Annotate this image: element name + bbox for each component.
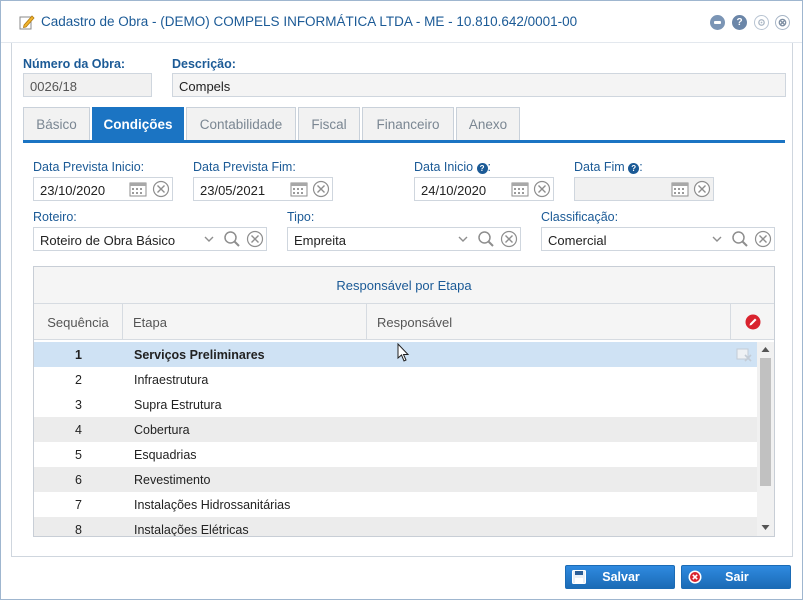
grid-scrollbar[interactable] bbox=[757, 342, 774, 536]
mouse-cursor-icon bbox=[397, 343, 410, 362]
cell-etapa: Revestimento bbox=[134, 472, 211, 487]
cell-sequencia: 8 bbox=[75, 522, 82, 537]
minimize-icon[interactable] bbox=[710, 15, 725, 30]
tab-anexo[interactable]: Anexo bbox=[456, 107, 520, 141]
cell-sequencia: 3 bbox=[75, 397, 82, 412]
tipo-label: Tipo: bbox=[287, 210, 315, 224]
tab-fiscal[interactable]: Fiscal bbox=[298, 107, 360, 141]
clear-icon[interactable] bbox=[312, 180, 330, 198]
save-button[interactable]: Salvar bbox=[565, 565, 675, 589]
cell-sequencia: 7 bbox=[75, 497, 82, 512]
table-row[interactable]: 8 Instalações Elétricas bbox=[34, 517, 757, 537]
title-bar: Cadastro de Obra - (DEMO) COMPELS INFORM… bbox=[1, 1, 802, 43]
edit-pencil-icon bbox=[19, 15, 35, 30]
table-row[interactable]: 1 Serviços Preliminares bbox=[34, 342, 757, 367]
data-prevista-inicio-label: Data Prevista Inicio: bbox=[33, 160, 145, 174]
help-glyph: ? bbox=[479, 164, 485, 173]
classificacao-label: Classificação: bbox=[541, 210, 619, 224]
clear-row-icon[interactable] bbox=[736, 347, 752, 362]
cell-etapa: Instalações Hidrossanitárias bbox=[134, 497, 291, 512]
cell-sequencia: 2 bbox=[75, 372, 82, 387]
help-icon[interactable]: ? bbox=[628, 163, 640, 174]
calendar-icon[interactable] bbox=[671, 181, 689, 197]
edit-pencil-red-icon[interactable] bbox=[745, 314, 761, 330]
search-icon[interactable] bbox=[731, 230, 749, 248]
table-row[interactable]: 5 Esquadrias bbox=[34, 442, 757, 467]
save-button-label: Salvar bbox=[602, 570, 640, 584]
close-glyph: ⊗ bbox=[777, 17, 788, 29]
table-row[interactable]: 7 Instalações Hidrossanitárias bbox=[34, 492, 757, 517]
calendar-icon[interactable] bbox=[129, 181, 147, 197]
data-inicio-label: Data Inicio ?: bbox=[414, 160, 491, 174]
tab-basico[interactable]: Básico bbox=[23, 107, 90, 141]
cell-sequencia: 1 bbox=[75, 347, 82, 362]
clear-icon[interactable] bbox=[152, 180, 170, 198]
clear-icon[interactable] bbox=[754, 230, 772, 248]
clear-icon[interactable] bbox=[533, 180, 551, 198]
help-icon[interactable]: ? bbox=[732, 15, 747, 30]
scroll-up-icon[interactable] bbox=[761, 346, 770, 353]
column-header-etapa[interactable]: Etapa bbox=[123, 304, 367, 340]
tab-financeiro[interactable]: Financeiro bbox=[362, 107, 454, 141]
close-icon[interactable]: ⊗ bbox=[775, 15, 790, 30]
grid-title: Responsável por Etapa bbox=[34, 267, 774, 304]
grid-header: Sequência Etapa Responsável bbox=[34, 304, 774, 340]
cell-etapa: Supra Estrutura bbox=[134, 397, 222, 412]
numero-obra-label: Número da Obra: bbox=[23, 57, 126, 71]
table-row[interactable]: 2 Infraestrutura bbox=[34, 367, 757, 392]
cadastro-obra-window: Cadastro de Obra - (DEMO) COMPELS INFORM… bbox=[0, 0, 803, 600]
roteiro-label: Roteiro: bbox=[33, 210, 77, 224]
column-header-sequencia[interactable]: Sequência bbox=[34, 304, 123, 340]
cell-sequencia: 5 bbox=[75, 447, 82, 462]
data-prevista-fim-label: Data Prevista Fim: bbox=[193, 160, 296, 174]
help-icon[interactable]: ? bbox=[476, 163, 488, 174]
search-icon[interactable] bbox=[477, 230, 495, 248]
settings-icon[interactable] bbox=[754, 15, 769, 30]
chevron-down-icon[interactable] bbox=[457, 234, 469, 244]
clear-icon[interactable] bbox=[246, 230, 264, 248]
tab-contabilidade[interactable]: Contabilidade bbox=[186, 107, 296, 141]
edit-column-header bbox=[731, 304, 774, 340]
table-row[interactable]: 3 Supra Estrutura bbox=[34, 392, 757, 417]
minimize-bar-glyph bbox=[714, 21, 721, 24]
table-row[interactable]: 6 Revestimento bbox=[34, 467, 757, 492]
scrollbar-thumb[interactable] bbox=[760, 358, 771, 486]
cell-sequencia: 4 bbox=[75, 422, 82, 437]
responsavel-etapa-grid: Responsável por Etapa Sequência Etapa Re… bbox=[33, 266, 775, 537]
clear-icon[interactable] bbox=[500, 230, 518, 248]
calendar-icon[interactable] bbox=[511, 181, 529, 197]
chevron-down-icon[interactable] bbox=[711, 234, 723, 244]
cell-sequencia: 6 bbox=[75, 472, 82, 487]
settings-glyph bbox=[758, 19, 765, 26]
exit-button[interactable]: Sair bbox=[681, 565, 791, 589]
help-glyph: ? bbox=[736, 17, 743, 28]
descricao-input[interactable]: Compels bbox=[172, 73, 786, 97]
window-title: Cadastro de Obra - (DEMO) COMPELS INFORM… bbox=[41, 14, 578, 29]
tab-condicoes[interactable]: Condições bbox=[92, 107, 184, 141]
cell-etapa: Instalações Elétricas bbox=[134, 522, 249, 537]
cell-etapa: Cobertura bbox=[134, 422, 190, 437]
cell-etapa: Serviços Preliminares bbox=[134, 347, 265, 362]
tab-underline bbox=[23, 140, 785, 143]
data-fim-label: Data Fim ?: bbox=[574, 160, 643, 174]
table-row[interactable]: 4 Cobertura bbox=[34, 417, 757, 442]
search-icon[interactable] bbox=[223, 230, 241, 248]
numero-obra-field: 0026/18 bbox=[23, 73, 152, 97]
data-fim-label-text: Data Fim bbox=[574, 160, 625, 174]
clear-icon[interactable] bbox=[693, 180, 711, 198]
descricao-label: Descrição: bbox=[172, 57, 236, 71]
data-inicio-label-text: Data Inicio bbox=[414, 160, 474, 174]
chevron-down-icon[interactable] bbox=[203, 234, 215, 244]
label-colon: : bbox=[487, 160, 492, 174]
cell-etapa: Infraestrutura bbox=[134, 372, 209, 387]
column-header-responsavel[interactable]: Responsável bbox=[367, 304, 731, 340]
help-glyph: ? bbox=[631, 164, 637, 173]
cell-etapa: Esquadrias bbox=[134, 447, 197, 462]
exit-button-label: Sair bbox=[725, 570, 749, 584]
scroll-down-icon[interactable] bbox=[761, 524, 770, 531]
calendar-icon[interactable] bbox=[290, 181, 308, 197]
label-colon: : bbox=[639, 160, 643, 174]
